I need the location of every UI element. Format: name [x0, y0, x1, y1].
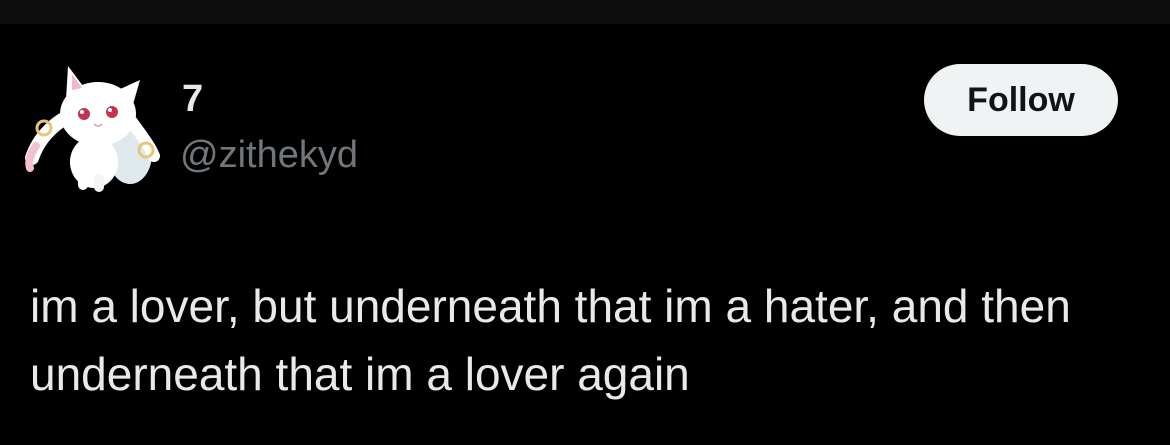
author-handle[interactable]: @zithekyd: [180, 132, 358, 178]
follow-button[interactable]: Follow: [924, 64, 1118, 136]
top-bar: [0, 0, 1170, 24]
author-display-name[interactable]: 7: [182, 76, 203, 122]
white-cat-avatar-icon: [25, 66, 160, 192]
avatar[interactable]: [22, 62, 164, 198]
tweet-text: im a lover, but underneath that im a hat…: [30, 280, 1071, 400]
